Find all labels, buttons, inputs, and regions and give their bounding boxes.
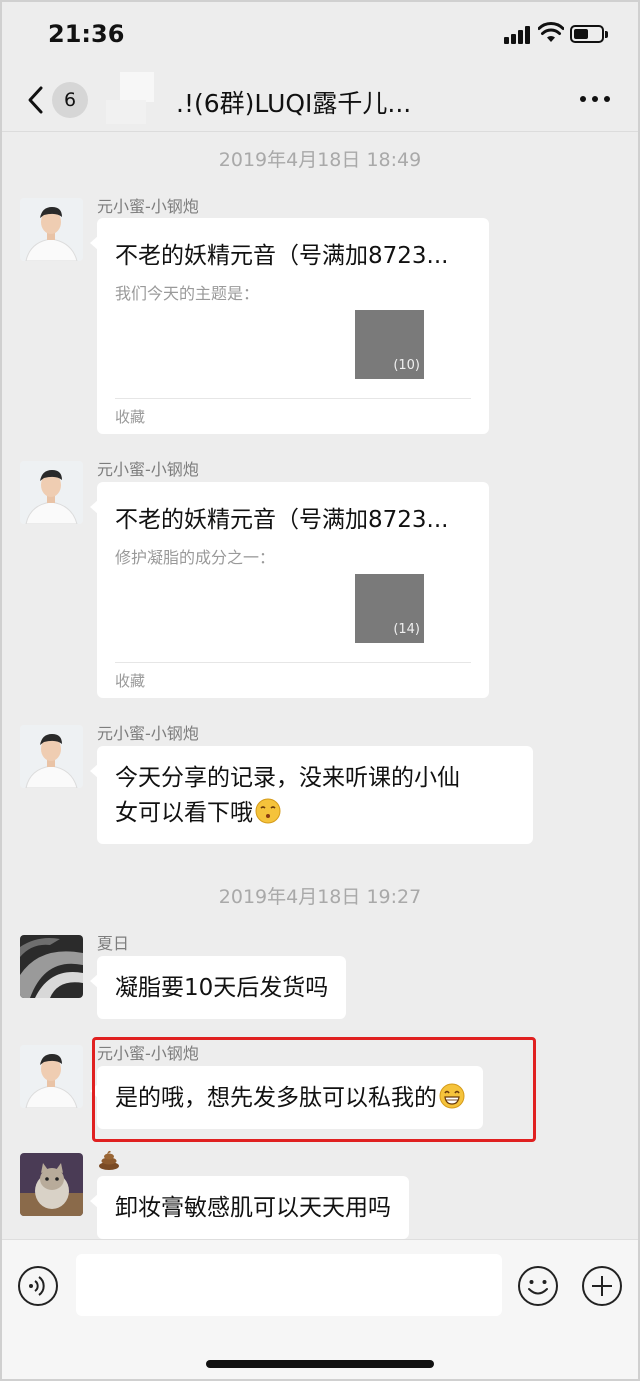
message-text: 凝脂要10天后发货吗 xyxy=(115,975,329,1001)
sender-name: 元小蜜-小钢炮 xyxy=(97,197,199,216)
battery-icon xyxy=(570,25,608,43)
sender-name: 元小蜜-小钢炮 xyxy=(97,460,199,479)
message-timestamp: 2019年4月18日 18:49 xyxy=(218,149,422,171)
shared-card-message[interactable]: 不老的妖精元音（号满加8723... 我们今天的主题是： (10) 收藏 xyxy=(90,218,489,434)
poop-emoji-icon xyxy=(99,1150,119,1170)
avatar[interactable] xyxy=(20,1153,83,1216)
highlight-annotation-box xyxy=(92,1037,536,1142)
shared-card-message[interactable]: 不老的妖精元音（号满加8723... 修护凝脂的成分之一： (14) 收藏 xyxy=(90,482,489,698)
card-footer: 收藏 xyxy=(115,672,146,690)
back-chevron-icon[interactable] xyxy=(24,84,48,116)
card-footer: 收藏 xyxy=(115,408,146,426)
card-divider xyxy=(115,398,471,399)
message-timestamp: 2019年4月18日 19:27 xyxy=(218,886,422,908)
message-input-bar xyxy=(0,1239,640,1381)
more-options-icon[interactable] xyxy=(580,96,610,104)
card-thumbnail: (10) xyxy=(355,310,424,379)
avatar[interactable] xyxy=(20,198,83,261)
card-subtitle: 我们今天的主题是： xyxy=(115,284,260,303)
message-input[interactable] xyxy=(76,1254,502,1316)
card-thumbnail: (14) xyxy=(355,574,424,643)
status-time: 21:36 xyxy=(48,20,125,48)
avatar[interactable] xyxy=(20,935,83,998)
chat-title: .!(6群)LUQI露千儿... xyxy=(176,89,412,118)
avatar[interactable] xyxy=(20,461,83,524)
message-text-line: 今天分享的记录，没来听课的小仙 xyxy=(115,765,460,791)
card-divider xyxy=(115,662,471,663)
card-subtitle: 修护凝脂的成分之一： xyxy=(115,548,276,567)
unread-count-badge[interactable]: 6 xyxy=(52,82,88,118)
avatar[interactable] xyxy=(20,1045,83,1108)
kissing-face-icon xyxy=(255,798,281,824)
chat-header: 6 .!(6群)LUQI露千儿... xyxy=(0,70,640,132)
home-indicator[interactable] xyxy=(206,1360,434,1368)
card-title: 不老的妖精元音（号满加8723... xyxy=(115,243,449,269)
text-message[interactable]: 卸妆膏敏感肌可以天天用吗 xyxy=(90,1176,409,1239)
image-count: (10) xyxy=(393,358,420,373)
plus-icon[interactable] xyxy=(580,1264,624,1308)
message-text: 女可以看下哦 xyxy=(115,800,253,826)
cellular-signal-icon xyxy=(504,26,532,44)
text-message[interactable]: 凝脂要10天后发货吗 xyxy=(89,956,347,1019)
avatar[interactable] xyxy=(20,725,83,788)
voice-input-icon[interactable] xyxy=(16,1264,60,1308)
redacted-area xyxy=(120,72,154,102)
sender-name: 夏日 xyxy=(97,934,130,953)
text-message[interactable]: 今天分享的记录，没来听课的小仙 女可以看下哦 xyxy=(90,746,533,844)
sender-name: 元小蜜-小钢炮 xyxy=(97,724,199,743)
message-text: 卸妆膏敏感肌可以天天用吗 xyxy=(115,1195,391,1221)
emoji-icon[interactable] xyxy=(516,1264,560,1308)
redacted-area xyxy=(106,100,146,124)
image-count: (14) xyxy=(393,622,420,637)
card-title: 不老的妖精元音（号满加8723... xyxy=(115,507,449,533)
message-text-line: 女可以看下哦 xyxy=(115,796,515,831)
status-bar: 21:36 xyxy=(0,0,640,70)
wifi-icon xyxy=(538,22,564,42)
